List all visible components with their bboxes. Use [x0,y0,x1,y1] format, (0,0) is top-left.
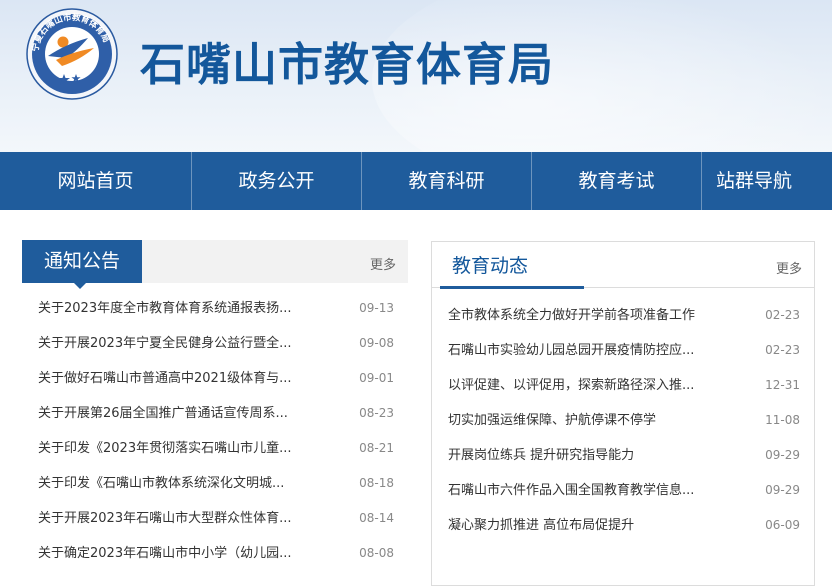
notice-title[interactable]: 关于印发《石嘴山市教体系统深化文明城... [38,466,284,501]
news-date: 02-23 [765,308,800,322]
news-title[interactable]: 以评促建、以评促用，探索新路径深入推... [448,368,694,403]
news-title[interactable]: 石嘴山市六件作品入围全国教育教学信息... [448,473,694,508]
notice-date: 08-08 [359,546,394,560]
education-bureau-emblem-icon[interactable]: 宁夏石嘴山市教育体育局 [26,8,118,100]
news-tab-underline [440,286,584,289]
list-item[interactable]: 关于做好石嘴山市普通高中2021级体育与... 09-01 [22,361,408,396]
list-item[interactable]: 全市教体系统全力做好开学前各项准备工作 02-23 [432,298,814,333]
news-title[interactable]: 开展岗位练兵 提升研究指导能力 [448,438,634,473]
list-item[interactable]: 开展岗位练兵 提升研究指导能力 09-29 [432,438,814,473]
news-date: 09-29 [765,483,800,497]
news-date: 06-09 [765,518,800,532]
notice-title[interactable]: 关于开展2023年宁夏全民健身公益行暨全... [38,326,291,361]
notice-date: 09-01 [359,371,394,385]
list-item[interactable]: 以评促建、以评促用，探索新路径深入推... 12-31 [432,368,814,403]
notice-title[interactable]: 关于开展2023年石嘴山市大型群众性体育... [38,501,291,536]
notices-tab[interactable]: 通知公告 [22,240,142,289]
notice-title[interactable]: 关于印发《2023年贯彻落实石嘴山市儿童... [38,431,291,466]
news-panel: 教育动态 更多 全市教体系统全力做好开学前各项准备工作 02-23 石嘴山市实验幼… [431,241,815,586]
list-item[interactable]: 关于开展2023年石嘴山市大型群众性体育... 08-14 [22,501,408,536]
list-item[interactable]: 关于印发《石嘴山市教体系统深化文明城... 08-18 [22,466,408,501]
nav-item-education-exams[interactable]: 教育考试 [532,152,702,210]
notices-panel-header: 通知公告 更多 [22,240,408,289]
nav-item-home[interactable]: 网站首页 [0,152,192,210]
notice-date: 08-23 [359,406,394,420]
notice-date: 08-14 [359,511,394,525]
news-panel-header: 教育动态 更多 [432,242,814,289]
notice-date: 09-08 [359,336,394,350]
list-item[interactable]: 关于确定2023年石嘴山市中小学（幼儿园... 08-08 [22,536,408,571]
notice-title[interactable]: 关于开展第26届全国推广普通话宣传周系... [38,396,288,431]
nav-item-site-navigation[interactable]: 站群导航 [702,152,832,210]
list-item[interactable]: 石嘴山市实验幼儿园总园开展疫情防控应... 02-23 [432,333,814,368]
notices-panel: 通知公告 更多 关于2023年度全市教育体育系统通报表扬... 09-13 关于开… [22,240,408,588]
main-nav: 网站首页 政务公开 教育科研 教育考试 站群导航 [0,152,832,210]
site-header: 宁夏石嘴山市教育体育局 石嘴山市教育体育局 [0,0,832,152]
list-item[interactable]: 关于开展2023年宁夏全民健身公益行暨全... 09-08 [22,326,408,361]
news-date: 12-31 [765,378,800,392]
news-title[interactable]: 凝心聚力抓推进 高位布局促提升 [448,508,634,543]
news-list: 全市教体系统全力做好开学前各项准备工作 02-23 石嘴山市实验幼儿园总园开展疫情… [432,298,814,543]
notice-title[interactable]: 关于确定2023年石嘴山市中小学（幼儿园... [38,536,291,571]
notice-title[interactable]: 关于做好石嘴山市普通高中2021级体育与... [38,361,291,396]
news-more-link[interactable]: 更多 [776,258,802,277]
notice-title[interactable]: 关于2023年度全市教育体育系统通报表扬... [38,291,291,326]
news-date: 09-29 [765,448,800,462]
notice-date: 08-18 [359,476,394,490]
news-tab[interactable]: 教育动态 [452,242,528,288]
list-item[interactable]: 石嘴山市六件作品入围全国教育教学信息... 09-29 [432,473,814,508]
news-date: 02-23 [765,343,800,357]
nav-item-government-affairs[interactable]: 政务公开 [192,152,362,210]
notices-list: 关于2023年度全市教育体育系统通报表扬... 09-13 关于开展2023年宁夏… [22,291,408,571]
list-item[interactable]: 切实加强运维保障、护航停课不停学 11-08 [432,403,814,438]
nav-item-education-research[interactable]: 教育科研 [362,152,532,210]
news-title[interactable]: 全市教体系统全力做好开学前各项准备工作 [448,298,695,333]
notice-date: 08-21 [359,441,394,455]
notices-more-link[interactable]: 更多 [370,254,396,273]
news-date: 11-08 [765,413,800,427]
list-item[interactable]: 关于印发《2023年贯彻落实石嘴山市儿童... 08-21 [22,431,408,466]
news-title[interactable]: 石嘴山市实验幼儿园总园开展疫情防控应... [448,333,694,368]
list-item[interactable]: 关于2023年度全市教育体育系统通报表扬... 09-13 [22,291,408,326]
list-item[interactable]: 凝心聚力抓推进 高位布局促提升 06-09 [432,508,814,543]
notice-date: 09-13 [359,301,394,315]
news-title[interactable]: 切实加强运维保障、护航停课不停学 [448,403,656,438]
list-item[interactable]: 关于开展第26届全国推广普通话宣传周系... 08-23 [22,396,408,431]
site-title: 石嘴山市教育体育局 [140,38,555,91]
